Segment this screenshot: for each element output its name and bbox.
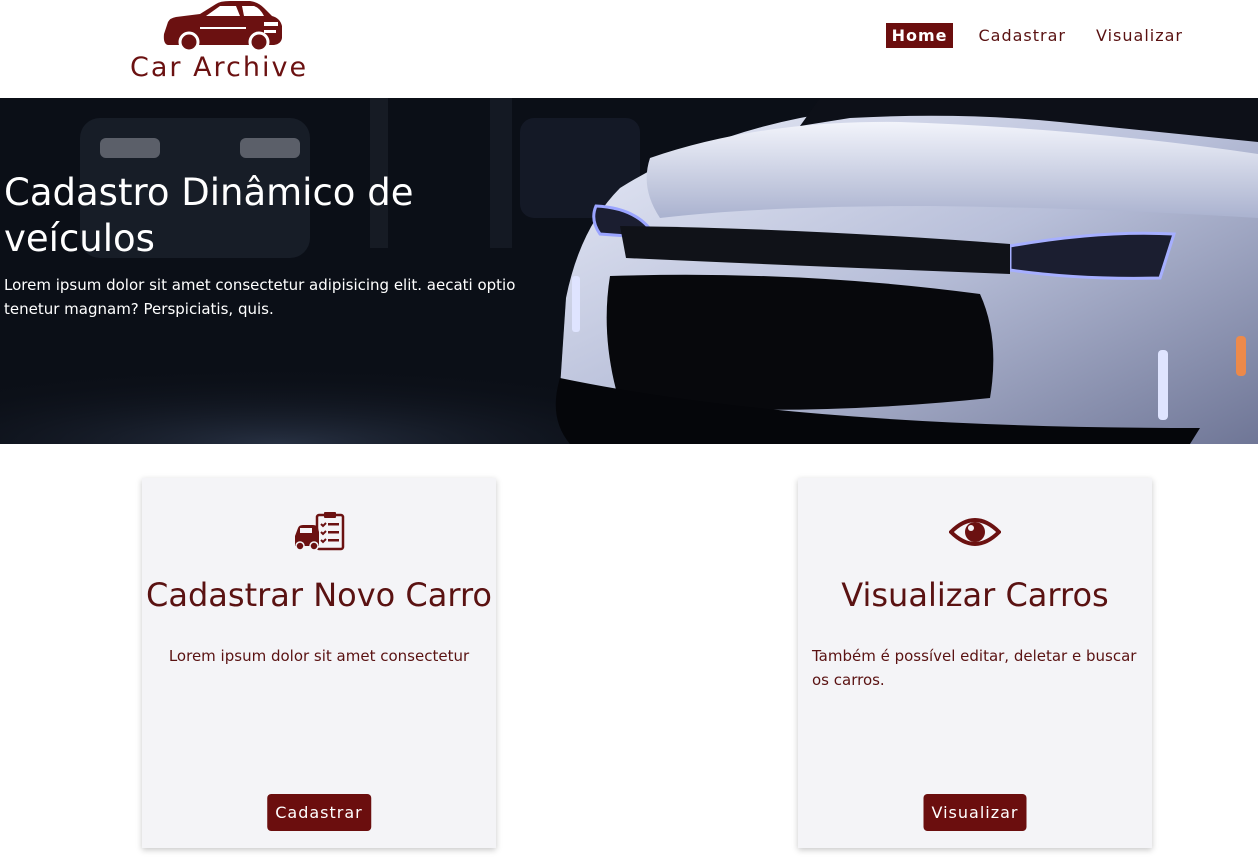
nav-item-cadastrar[interactable]: Cadastrar [973, 22, 1071, 49]
hero-title: Cadastro Dinâmico de veículos [4, 171, 414, 260]
checklist-car-icon [295, 512, 345, 551]
brand-logo[interactable]: Car Archive [118, 0, 328, 90]
hero-description: Lorem ipsum dolor sit amet consectetur a… [4, 276, 516, 318]
main-nav: Home Cadastrar Visualizar [885, 22, 1188, 49]
car-logo-icon [163, 1, 282, 52]
brand-name: Car Archive [130, 52, 309, 83]
card-description: Lorem ipsum dolor sit amet consectetur [168, 647, 470, 665]
site-header: Car Archive Home Cadastrar Visualizar [0, 0, 1258, 98]
nav-item-visualizar[interactable]: Visualizar [1091, 22, 1188, 49]
eye-icon [949, 518, 1001, 546]
cadastrar-button[interactable]: Cadastrar [267, 794, 371, 831]
card-description: Também é possível editar, deletar e busc… [812, 647, 1137, 689]
visualizar-button[interactable]: Visualizar [923, 794, 1027, 831]
hero-banner: Cadastro Dinâmico de veículos Lorem ipsu… [0, 98, 1258, 444]
card-visualizar: Visualizar Carros Também é possível edit… [798, 478, 1152, 848]
card-title: Cadastrar Novo Carro [146, 576, 492, 614]
hero-car-image [0, 98, 1258, 444]
card-cadastrar: Cadastrar Novo Carro Lorem ipsum dolor s… [142, 478, 496, 848]
nav-item-home[interactable]: Home [885, 23, 954, 48]
card-title: Visualizar Carros [841, 576, 1109, 614]
